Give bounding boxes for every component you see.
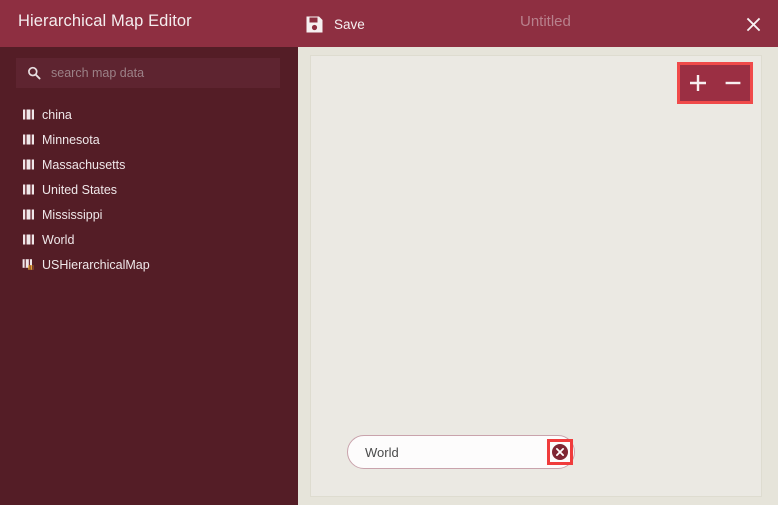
search-input-placeholder: search map data bbox=[51, 66, 145, 80]
hierarchical-map-editor-window: Hierarchical Map Editor Save Untitled se… bbox=[0, 0, 778, 505]
search-input[interactable]: search map data bbox=[16, 58, 280, 88]
list-item-label: china bbox=[42, 107, 72, 122]
list-item-label: United States bbox=[42, 182, 118, 197]
map-canvas[interactable]: World bbox=[310, 55, 762, 497]
map-file-icon bbox=[22, 158, 35, 171]
map-file-icon bbox=[22, 108, 35, 121]
list-item-label: World bbox=[42, 232, 75, 247]
save-button-label: Save bbox=[334, 16, 365, 32]
list-item[interactable]: Minnesota bbox=[0, 127, 298, 152]
hierarchical-map-file-icon bbox=[22, 258, 35, 271]
map-file-icon bbox=[22, 133, 35, 146]
list-item-label: Mississippi bbox=[42, 207, 103, 222]
plus-icon bbox=[688, 73, 708, 93]
node-name-input[interactable]: World bbox=[347, 435, 575, 469]
zoom-out-button[interactable] bbox=[720, 70, 746, 96]
close-icon bbox=[746, 17, 761, 32]
clear-circle-x-icon bbox=[551, 443, 569, 461]
map-file-icon bbox=[22, 183, 35, 196]
document-title: Untitled bbox=[520, 13, 571, 30]
map-file-icon bbox=[22, 233, 35, 246]
map-data-list: china Minnesota Massachusetts United Sta… bbox=[0, 102, 298, 277]
map-file-icon bbox=[22, 208, 35, 221]
list-item[interactable]: china bbox=[0, 102, 298, 127]
canvas-area: World bbox=[298, 47, 778, 505]
list-item[interactable]: Mississippi bbox=[0, 202, 298, 227]
clear-node-button[interactable] bbox=[547, 439, 573, 465]
list-item-label: USHierarchicalMap bbox=[42, 257, 150, 272]
list-item-label: Massachusetts bbox=[42, 157, 126, 172]
zoom-controls bbox=[677, 62, 753, 104]
close-button[interactable] bbox=[740, 11, 766, 37]
list-item-label: Minnesota bbox=[42, 132, 100, 147]
list-item[interactable]: Massachusetts bbox=[0, 152, 298, 177]
page-title: Hierarchical Map Editor bbox=[18, 12, 192, 30]
title-bar: Hierarchical Map Editor Save Untitled bbox=[0, 0, 778, 47]
search-icon bbox=[27, 66, 41, 80]
sidebar: search map data china Minnesota Massachu… bbox=[0, 47, 298, 505]
node-name-input-value: World bbox=[365, 444, 399, 460]
list-item[interactable]: USHierarchicalMap bbox=[0, 252, 298, 277]
list-item[interactable]: United States bbox=[0, 177, 298, 202]
zoom-in-button[interactable] bbox=[685, 70, 711, 96]
list-item[interactable]: World bbox=[0, 227, 298, 252]
save-button[interactable]: Save bbox=[305, 10, 365, 38]
floppy-disk-icon bbox=[305, 15, 324, 34]
minus-icon bbox=[723, 73, 743, 93]
